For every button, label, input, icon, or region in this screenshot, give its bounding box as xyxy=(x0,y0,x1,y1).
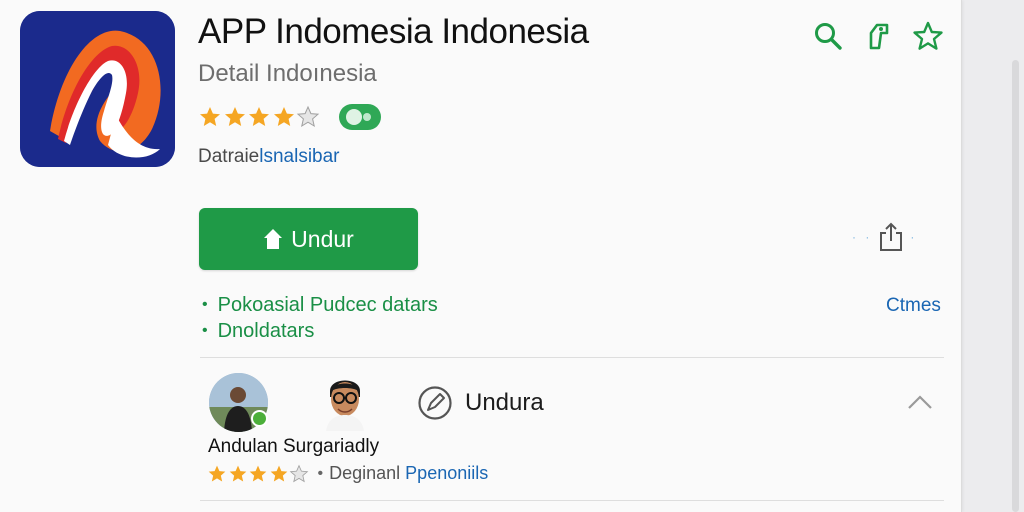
app-logo-icon xyxy=(20,11,175,167)
top-toolbar xyxy=(810,18,946,54)
review-meta-link[interactable]: Ppenoniils xyxy=(405,463,488,484)
review-rating-stars xyxy=(207,464,310,484)
app-meta-link[interactable]: lsnalsibar xyxy=(259,146,339,167)
detail-item-text: Pokoasial Pudcec datars xyxy=(217,293,438,316)
app-rating-row xyxy=(198,104,381,130)
review-action-label: Undura xyxy=(465,389,544,416)
app-rating-stars xyxy=(198,105,321,129)
share-area: · · · xyxy=(852,222,917,252)
house-icon xyxy=(264,229,283,249)
star-outline-icon[interactable] xyxy=(910,18,946,54)
reviewer-name: Andulan Surgariadly xyxy=(208,436,380,457)
tag-icon[interactable] xyxy=(860,18,896,54)
share-dots-right: · xyxy=(910,230,918,244)
online-status-icon xyxy=(251,410,268,427)
star-filled-icon xyxy=(224,107,245,126)
app-detail-card: APP Indomesia Indonesia Detail Indoınesi… xyxy=(0,0,962,512)
search-icon[interactable] xyxy=(810,18,846,54)
review-meta: • Deginanl Ppenoniils xyxy=(207,463,488,484)
star-filled-icon xyxy=(270,465,287,481)
bullet-dot: • xyxy=(202,322,208,339)
list-item: • Dnoldatars xyxy=(202,318,438,344)
app-subtitle: Detail Indoınesia xyxy=(198,60,377,87)
scrollbar[interactable] xyxy=(1012,60,1019,512)
separator-dot: • xyxy=(317,464,324,482)
app-meta-label: Datraie xyxy=(198,146,260,167)
share-icon[interactable] xyxy=(878,222,904,252)
detail-item-text: Dnoldatars xyxy=(217,319,315,342)
review-meta-label: Deginanl xyxy=(329,463,401,483)
star-filled-icon xyxy=(208,465,226,481)
star-empty-icon xyxy=(289,464,309,482)
chevron-up-icon[interactable] xyxy=(906,392,934,412)
install-button[interactable]: Undur xyxy=(199,208,418,270)
star-filled-icon xyxy=(200,107,220,126)
more-link[interactable]: Ctmes xyxy=(886,295,941,317)
star-filled-icon xyxy=(249,107,269,126)
share-dots-left: · · xyxy=(852,230,873,244)
avatar[interactable] xyxy=(322,371,368,431)
details-list: • Pokoasial Pudcec datars • Dnoldatars xyxy=(202,292,438,344)
star-empty-icon xyxy=(296,105,320,128)
app-title: APP Indomesia Indonesia xyxy=(198,12,589,51)
divider xyxy=(200,500,944,501)
divider xyxy=(200,357,944,358)
star-filled-icon xyxy=(229,465,246,481)
bullet-dot: • xyxy=(202,296,208,313)
list-item: • Pokoasial Pudcec datars xyxy=(202,292,438,318)
star-filled-icon xyxy=(249,465,267,481)
install-button-label: Undur xyxy=(291,225,354,252)
edit-circle-icon xyxy=(418,386,452,420)
app-meta-line: Datraielsnalsibar xyxy=(198,146,340,168)
star-filled-icon xyxy=(273,107,294,126)
toggle-pill[interactable] xyxy=(338,104,381,130)
review-action[interactable]: Undura xyxy=(417,385,544,421)
